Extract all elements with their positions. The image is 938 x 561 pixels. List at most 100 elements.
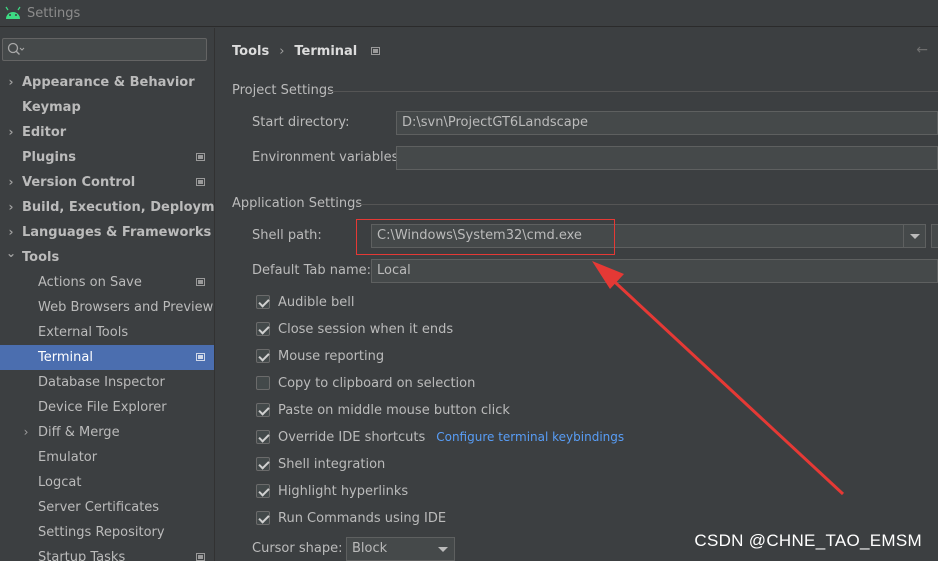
sidebar-item-external-tools[interactable]: External Tools — [0, 320, 214, 345]
sidebar-item-device-file-explorer[interactable]: Device File Explorer — [0, 395, 214, 420]
sidebar-item-build-execution-deployment[interactable]: › Build, Execution, Deployment — [0, 195, 215, 220]
project-level-icon — [196, 278, 205, 286]
sidebar-item-label: Web Browsers and Preview — [38, 300, 214, 315]
sidebar-item-editor[interactable]: › Editor — [0, 120, 214, 145]
checkbox[interactable] — [256, 484, 270, 498]
sidebar-item-label: Logcat — [38, 475, 82, 490]
checkbox[interactable] — [256, 511, 270, 525]
default-tab-name-field[interactable]: Local — [371, 259, 938, 283]
right-chevron-icon[interactable]: › — [20, 420, 32, 445]
right-chevron-icon[interactable]: › — [5, 170, 17, 195]
breadcrumb-separator: › — [279, 43, 285, 59]
sidebar-item-label: Appearance & Behavior — [22, 75, 195, 90]
cursor-shape-select[interactable]: Block — [346, 537, 455, 561]
sidebar-item-actions-on-save[interactable]: Actions on Save — [0, 270, 214, 295]
checkbox-label[interactable]: Audible bell — [278, 295, 354, 310]
sidebar-item-terminal[interactable]: Terminal — [0, 345, 214, 370]
checkbox-label[interactable]: Run Commands using IDE — [278, 511, 446, 526]
sidebar-item-label: Startup Tasks — [38, 550, 126, 561]
checkbox-row: Paste on middle mouse button click — [256, 401, 510, 419]
right-chevron-icon[interactable]: › — [5, 70, 17, 95]
sidebar-item-label: Server Certificates — [38, 500, 160, 515]
checkbox-row: Override IDE shortcuts Configure terminal… — [256, 428, 624, 446]
project-settings-header: Project Settings — [232, 83, 334, 98]
cursor-shape-label: Cursor shape: — [252, 541, 343, 556]
checkbox-label[interactable]: Shell integration — [278, 457, 385, 472]
project-level-icon — [196, 553, 205, 561]
checkbox[interactable] — [256, 349, 270, 363]
sidebar-item-diff-merge[interactable]: › Diff & Merge — [0, 420, 214, 445]
project-level-icon — [371, 47, 381, 55]
right-chevron-icon[interactable]: › — [5, 195, 17, 220]
checkbox[interactable] — [256, 430, 270, 444]
cursor-shape-value: Block — [352, 541, 388, 556]
application-settings-header: Application Settings — [232, 196, 363, 211]
checkbox-label[interactable]: Close session when it ends — [278, 322, 453, 337]
settings-tree: › Appearance & Behavior Keymap › Editor Plugi… — [0, 70, 215, 561]
sidebar-item-tools[interactable]: ⌄ Tools — [0, 245, 214, 270]
sidebar-item-label: Version Control — [22, 175, 136, 190]
sidebar-item-label: Device File Explorer — [38, 400, 167, 415]
checkbox[interactable] — [256, 403, 270, 417]
sidebar-item-logcat[interactable]: Logcat — [0, 470, 214, 495]
checkbox-label[interactable]: Paste on middle mouse button click — [278, 403, 510, 418]
sidebar-item-label: Build, Execution, Deployment — [22, 200, 215, 215]
sidebar-item-emulator[interactable]: Emulator — [0, 445, 214, 470]
checkbox-label[interactable]: Highlight hyperlinks — [278, 484, 408, 499]
sidebar-item-version-control[interactable]: › Version Control — [0, 170, 214, 195]
checkbox-row: Highlight hyperlinks — [256, 482, 408, 500]
search-input[interactable] — [2, 38, 207, 61]
checkbox-label[interactable]: Copy to clipboard on selection — [278, 376, 475, 391]
sidebar-item-keymap[interactable]: Keymap — [0, 95, 214, 120]
sidebar-item-server-certificates[interactable]: Server Certificates — [0, 495, 214, 520]
breadcrumb-parent[interactable]: Tools — [232, 44, 269, 59]
checkbox[interactable] — [256, 376, 270, 390]
sidebar-item-label: External Tools — [38, 325, 129, 340]
down-chevron-icon[interactable]: ⌄ — [5, 241, 17, 266]
breadcrumb: Tools › Terminal — [232, 42, 381, 60]
sidebar-item-plugins[interactable]: Plugins — [0, 145, 214, 170]
checkbox[interactable] — [256, 295, 270, 309]
shell-path-label: Shell path: — [252, 228, 322, 243]
divider — [356, 204, 938, 205]
default-tab-name-label: Default Tab name: — [252, 263, 372, 278]
checkbox-label[interactable]: Override IDE shortcuts — [278, 430, 425, 445]
project-level-icon — [196, 153, 205, 161]
project-level-icon — [196, 178, 205, 186]
sidebar-item-settings-repository[interactable]: Settings Repository — [0, 520, 214, 545]
window-title: Settings — [27, 5, 81, 21]
sidebar-item-label: Emulator — [38, 450, 98, 465]
sidebar-item-startup-tasks[interactable]: Startup Tasks — [0, 545, 214, 561]
sidebar-item-web-browsers-and-preview[interactable]: Web Browsers and Preview — [0, 295, 214, 320]
search-icon — [7, 42, 25, 55]
sidebar-item-label: Settings Repository — [38, 525, 165, 540]
configure-keybindings-link[interactable]: Configure terminal keybindings — [436, 430, 624, 444]
sidebar-item-label: Tools — [22, 250, 60, 265]
checkbox-row: Close session when it ends — [256, 320, 453, 338]
checkbox-label[interactable]: Mouse reporting — [278, 349, 384, 364]
sidebar-item-label: Languages & Frameworks — [22, 225, 212, 240]
checkbox[interactable] — [256, 322, 270, 336]
shell-path-dropdown-button[interactable] — [903, 225, 925, 247]
terminal-settings-panel: Tools › Terminal ← Project Settings Star… — [216, 28, 938, 561]
start-directory-label: Start directory: — [252, 115, 350, 130]
checkbox-row: Mouse reporting — [256, 347, 384, 365]
sidebar-item-label: Database Inspector — [38, 375, 165, 390]
chevron-down-icon — [438, 546, 448, 552]
checkbox[interactable] — [256, 457, 270, 471]
chevron-down-icon — [909, 233, 920, 239]
cursor-shape-dropdown-button[interactable] — [432, 538, 454, 560]
right-chevron-icon[interactable]: › — [5, 120, 17, 145]
back-arrow-icon[interactable]: ← — [916, 42, 928, 58]
breadcrumb-current: Terminal — [294, 43, 358, 59]
sidebar-item-languages-frameworks[interactable]: › Languages & Frameworks — [0, 220, 214, 245]
browse-button[interactable] — [931, 224, 938, 248]
environment-variables-field[interactable] — [396, 146, 938, 170]
sidebar-item-appearance-behavior[interactable]: › Appearance & Behavior — [0, 70, 214, 95]
checkbox-row: Run Commands using IDE — [256, 509, 446, 527]
sidebar-item-database-inspector[interactable]: Database Inspector — [0, 370, 214, 395]
sidebar-item-label: Actions on Save — [38, 275, 142, 290]
watermark: CSDN @CHNE_TAO_EMSM — [694, 531, 922, 550]
shell-path-combobox[interactable]: C:\Windows\System32\cmd.exe — [371, 224, 926, 248]
start-directory-field[interactable]: D:\svn\ProjectGT6Landscape — [396, 111, 938, 135]
